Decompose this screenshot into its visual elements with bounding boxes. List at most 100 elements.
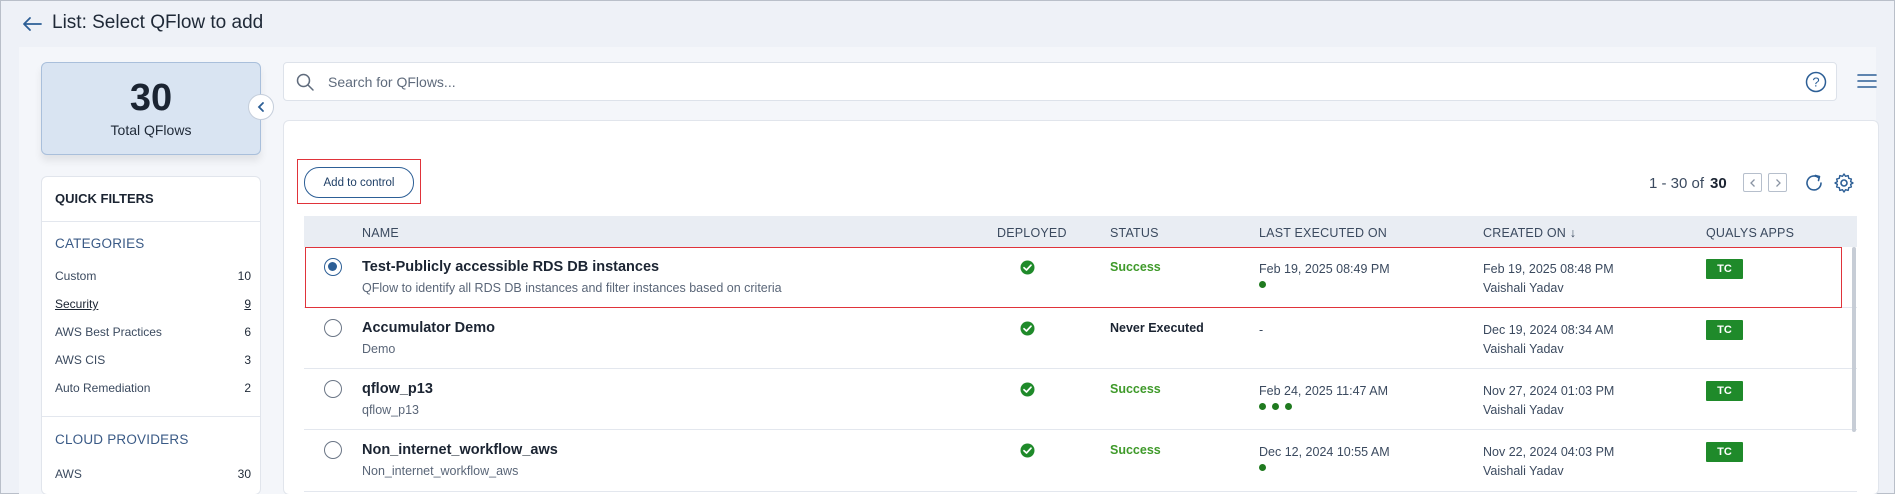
filter-count: 10: [237, 269, 251, 283]
last-executed-on: Feb 24, 2025 11:47 AM: [1259, 384, 1389, 398]
column-header-qualys-apps[interactable]: QUALYS APPS: [1706, 226, 1794, 240]
chevron-right-icon: [1775, 178, 1781, 187]
filter-label: Custom: [55, 269, 97, 283]
column-header-last-executed[interactable]: LAST EXECUTED ON: [1259, 226, 1387, 240]
status-text: Success: [1110, 260, 1161, 274]
chevron-left-icon: [257, 102, 264, 112]
qflow-name: Test-Publicly accessible RDS DB instance…: [362, 259, 660, 275]
execution-dot: [1259, 281, 1266, 288]
filter-item-aws[interactable]: AWS 30: [55, 467, 251, 481]
previous-page-button[interactable]: [1743, 173, 1762, 192]
column-header-status[interactable]: STATUS: [1110, 226, 1159, 240]
pagination-info: 1 - 30 of 30: [1649, 172, 1727, 194]
check-circle-icon: [1020, 260, 1035, 275]
execution-dot: [1285, 403, 1292, 410]
filter-label: Auto Remediation: [55, 381, 151, 395]
filter-label: AWS CIS: [55, 353, 106, 367]
next-page-button[interactable]: [1768, 173, 1787, 192]
created-on: Nov 27, 2024 01:03 PM: [1483, 384, 1615, 398]
quick-filters-panel: QUICK FILTERS CATEGORIES Custom 10 Secur…: [41, 176, 261, 494]
execution-dot: [1272, 403, 1279, 410]
created-on: Dec 19, 2024 08:34 AM: [1483, 323, 1614, 337]
divider: [42, 221, 260, 222]
pagination-range: 1 - 30 of: [1649, 174, 1705, 192]
filter-item-security[interactable]: Security 9: [55, 297, 251, 311]
check-circle-icon: [1020, 321, 1035, 336]
filter-count: 6: [244, 325, 251, 339]
qualys-app-badge: TC: [1706, 442, 1743, 462]
total-count: 30: [129, 77, 173, 119]
status-text: Success: [1110, 382, 1161, 396]
column-header-name[interactable]: NAME: [362, 226, 399, 240]
execution-dots: [1259, 464, 1266, 471]
total-qflows-card: 30 Total QFlows: [41, 62, 261, 155]
chevron-left-icon: [1749, 178, 1755, 187]
categories-title: CATEGORIES: [55, 236, 145, 251]
filter-count: 9: [244, 297, 251, 311]
qualys-app-badge: TC: [1706, 320, 1743, 340]
table-row[interactable]: Test-Publicly accessible RDS DB instance…: [304, 247, 1857, 308]
qflow-description: QFlow to identify all RDS DB instances a…: [362, 281, 782, 295]
total-label: Total QFlows: [110, 122, 192, 138]
hamburger-menu-icon[interactable]: [1856, 71, 1878, 91]
created-on: Nov 22, 2024 04:03 PM: [1483, 445, 1615, 459]
created-by: Vaishali Yadav: [1483, 342, 1564, 356]
filter-count: 30: [237, 467, 251, 481]
column-header-deployed[interactable]: DEPLOYED: [997, 226, 1067, 240]
execution-dots: [1259, 403, 1292, 410]
back-arrow-icon[interactable]: [21, 14, 43, 34]
created-on: Feb 19, 2025 08:48 PM: [1483, 262, 1614, 276]
pagination-total: 30: [1710, 174, 1727, 192]
qflow-name: Accumulator Demo: [362, 320, 495, 336]
table-row[interactable]: Non_internet_workflow_aws Non_internet_w…: [304, 430, 1857, 492]
created-by: Vaishali Yadav: [1483, 281, 1564, 295]
top-bar: List: Select QFlow to add: [1, 1, 1894, 47]
refresh-icon[interactable]: [1803, 172, 1825, 194]
filter-item-aws-best-practices[interactable]: AWS Best Practices 6: [55, 325, 251, 339]
qualys-app-badge: TC: [1706, 381, 1743, 401]
filter-item-custom[interactable]: Custom 10: [55, 269, 251, 283]
search-input[interactable]: [328, 71, 1768, 93]
filter-item-auto-remediation[interactable]: Auto Remediation 2: [55, 381, 251, 395]
check-circle-icon: [1020, 382, 1035, 397]
column-header-created-on[interactable]: CREATED ON ↓: [1483, 226, 1576, 240]
divider: [42, 416, 260, 417]
qflow-description: qflow_p13: [362, 403, 419, 417]
check-circle-icon: [1020, 443, 1035, 458]
execution-dots: [1259, 281, 1266, 288]
search-bar: ?: [283, 62, 1837, 101]
collapse-sidebar-button[interactable]: [248, 94, 274, 120]
row-select-radio[interactable]: [324, 319, 342, 337]
row-select-radio[interactable]: [324, 258, 342, 276]
last-executed-on: -: [1259, 323, 1264, 337]
search-icon: [296, 73, 314, 91]
table-row[interactable]: qflow_p13 qflow_p13 Success Feb 24, 2025…: [304, 369, 1857, 430]
table-row[interactable]: Accumulator Demo Demo Never Executed - D…: [304, 308, 1857, 369]
add-button-highlight: [297, 159, 421, 204]
filter-label: AWS: [55, 467, 82, 481]
gear-icon[interactable]: [1833, 172, 1855, 194]
filter-label: Security: [55, 297, 99, 311]
table-header: NAME DEPLOYED STATUS LAST EXECUTED ON CR…: [304, 216, 1857, 247]
qflow-description: Non_internet_workflow_aws: [362, 464, 519, 478]
qflow-name: qflow_p13: [362, 381, 433, 397]
help-icon[interactable]: ?: [1805, 71, 1827, 93]
created-by: Vaishali Yadav: [1483, 403, 1564, 417]
table-scrollbar[interactable]: [1852, 247, 1856, 432]
last-executed-on: Feb 19, 2025 08:49 PM: [1259, 262, 1390, 276]
filter-label: AWS Best Practices: [55, 325, 162, 339]
quick-filters-title: QUICK FILTERS: [55, 191, 154, 206]
qualys-app-badge: TC: [1706, 259, 1743, 279]
qflow-name: Non_internet_workflow_aws: [362, 442, 558, 458]
qflow-description: Demo: [362, 342, 396, 356]
row-select-radio[interactable]: [324, 380, 342, 398]
filter-count: 3: [244, 353, 251, 367]
page-title: List: Select QFlow to add: [52, 12, 264, 33]
created-by: Vaishali Yadav: [1483, 464, 1564, 478]
filter-item-aws-cis[interactable]: AWS CIS 3: [55, 353, 251, 367]
svg-text:?: ?: [1812, 75, 1819, 90]
filter-count: 2: [244, 381, 251, 395]
execution-dot: [1259, 403, 1266, 410]
row-select-radio[interactable]: [324, 441, 342, 459]
last-executed-on: Dec 12, 2024 10:55 AM: [1259, 445, 1390, 459]
